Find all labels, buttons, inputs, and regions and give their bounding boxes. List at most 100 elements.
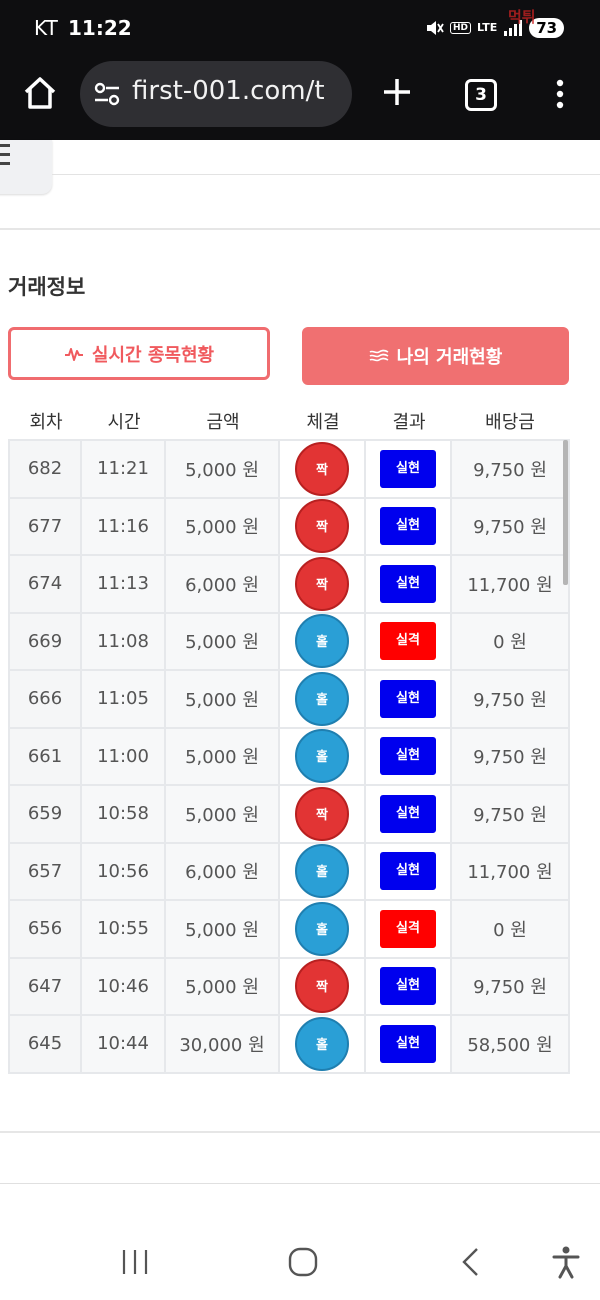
back-icon[interactable]	[458, 1246, 482, 1278]
even-ball: 짝	[295, 556, 349, 611]
result-badge-win: 실현	[380, 852, 436, 891]
amount-cell: 5,000 원	[164, 784, 280, 844]
column-header-amount: 금액	[206, 412, 240, 433]
accessibility-icon[interactable]	[551, 1245, 581, 1279]
pick-cell: 짝	[278, 554, 366, 614]
hamburger-icon[interactable]	[0, 140, 52, 194]
mute-icon	[427, 21, 444, 35]
section-title: 거래정보	[8, 275, 86, 299]
result-badge-win: 실현	[380, 1024, 436, 1063]
time-cell: 11:05	[80, 669, 166, 729]
tab-switcher-button[interactable]: 3	[465, 79, 497, 111]
amount-cell: 5,000 원	[164, 439, 280, 499]
table-row: 661 11:00 5,000 원 홀 실현 9,750 원	[8, 726, 570, 786]
round-cell: 647	[8, 956, 82, 1016]
home-icon[interactable]	[22, 75, 58, 111]
time-cell: 10:55	[80, 899, 166, 959]
pick-cell: 홀	[278, 1014, 366, 1074]
table-row: 669 11:08 5,000 원 홀 실격 0 원	[8, 611, 570, 671]
more-vert-icon[interactable]	[548, 77, 572, 111]
column-header-round: 회차	[29, 412, 63, 433]
trade-table: 682 11:21 5,000 원 짝 실현 9,750 원 677 11:16 5,000 원…	[8, 439, 570, 1074]
payout-cell: 0 원	[450, 611, 570, 671]
amount-cell: 5,000 원	[164, 899, 280, 959]
time-cell: 10:56	[80, 841, 166, 901]
time-cell: 11:16	[80, 496, 166, 556]
even-ball: 짝	[295, 499, 349, 554]
clock: 11:22	[68, 16, 132, 40]
round-cell: 656	[8, 899, 82, 959]
payout-cell: 9,750 원	[450, 496, 570, 556]
even-ball: 짝	[295, 959, 349, 1014]
result-cell: 실격	[364, 611, 452, 671]
realtime-status-label: 실시간 종목현황	[91, 344, 215, 366]
round-cell: 666	[8, 669, 82, 729]
pick-cell: 홀	[278, 726, 366, 786]
result-cell: 실현	[364, 841, 452, 901]
amount-cell: 5,000 원	[164, 726, 280, 786]
table-row: 666 11:05 5,000 원 홀 실현 9,750 원	[8, 669, 570, 729]
result-badge-win: 실현	[380, 564, 436, 603]
round-cell: 669	[8, 611, 82, 671]
table-row: 647 10:46 5,000 원 짝 실현 9,750 원	[8, 956, 570, 1016]
tune-icon[interactable]	[94, 82, 120, 106]
round-cell: 661	[8, 726, 82, 786]
result-cell: 실현	[364, 726, 452, 786]
result-cell: 실현	[364, 439, 452, 499]
amount-cell: 6,000 원	[164, 841, 280, 901]
footer-divider	[0, 1131, 600, 1133]
time-cell: 11:00	[80, 726, 166, 786]
my-trades-button[interactable]: 나의 거래현황	[302, 327, 569, 385]
time-cell: 10:44	[80, 1014, 166, 1074]
result-cell: 실현	[364, 669, 452, 729]
plus-icon[interactable]	[380, 75, 414, 109]
list-icon	[369, 349, 389, 362]
round-cell: 677	[8, 496, 82, 556]
time-cell: 10:46	[80, 956, 166, 1016]
table-row: 682 11:21 5,000 원 짝 실현 9,750 원	[8, 439, 570, 499]
home-nav-icon[interactable]	[287, 1246, 319, 1278]
result-badge-win: 실현	[380, 967, 436, 1006]
result-cell: 실현	[364, 496, 452, 556]
odd-ball: 홀	[295, 1016, 349, 1071]
browser-toolbar: first-001.com/t 3	[0, 55, 600, 140]
time-cell: 11:08	[80, 611, 166, 671]
pick-cell: 짝	[278, 956, 366, 1016]
payout-cell: 9,750 원	[450, 439, 570, 499]
header-divider	[52, 174, 600, 175]
realtime-status-button[interactable]: 실시간 종목현황	[8, 327, 270, 380]
amount-cell: 5,000 원	[164, 611, 280, 671]
round-cell: 674	[8, 554, 82, 614]
pick-cell: 홀	[278, 899, 366, 959]
pick-cell: 홀	[278, 841, 366, 901]
amount-cell: 6,000 원	[164, 554, 280, 614]
result-badge-win: 실현	[380, 679, 436, 718]
scrollbar[interactable]	[563, 440, 568, 585]
address-bar[interactable]: first-001.com/t	[80, 61, 352, 127]
round-cell: 682	[8, 439, 82, 499]
result-badge-win: 실현	[380, 737, 436, 776]
lte-indicator: LTE	[477, 21, 498, 34]
payout-cell: 11,700 원	[450, 841, 570, 901]
table-row: 659 10:58 5,000 원 짝 실현 9,750 원	[8, 784, 570, 844]
table-row: 656 10:55 5,000 원 홀 실격 0 원	[8, 899, 570, 959]
system-nav-bar	[0, 1224, 600, 1300]
result-badge-win: 실현	[380, 507, 436, 546]
pick-cell: 홀	[278, 669, 366, 729]
column-header-pick: 체결	[306, 412, 340, 433]
odd-ball: 홀	[295, 901, 349, 956]
result-badge-lose: 실격	[380, 909, 436, 948]
time-cell: 11:21	[80, 439, 166, 499]
result-cell: 실현	[364, 956, 452, 1016]
payout-cell: 9,750 원	[450, 726, 570, 786]
column-header-payout: 배당금	[485, 412, 535, 433]
round-cell: 657	[8, 841, 82, 901]
recents-icon[interactable]	[120, 1248, 150, 1276]
hd-badge: HD	[450, 22, 472, 34]
pulse-icon	[64, 347, 83, 361]
result-badge-lose: 실격	[380, 622, 436, 661]
table-row: 657 10:56 6,000 원 홀 실현 11,700 원	[8, 841, 570, 901]
round-cell: 645	[8, 1014, 82, 1074]
odd-ball: 홀	[295, 729, 349, 784]
payout-cell: 58,500 원	[450, 1014, 570, 1074]
